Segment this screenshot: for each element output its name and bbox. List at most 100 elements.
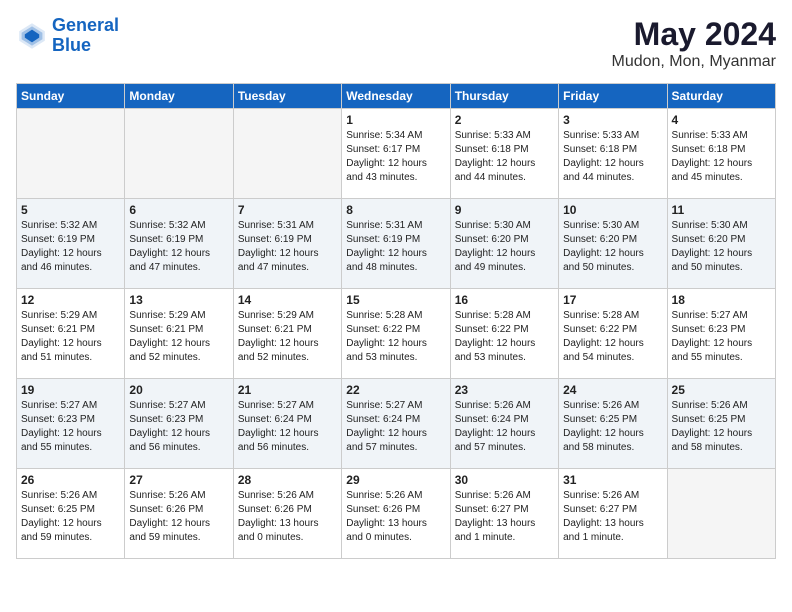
calendar-cell: 20 Sunrise: 5:27 AMSunset: 6:23 PMDaylig… — [125, 379, 233, 469]
day-number: 18 — [672, 293, 771, 307]
calendar-cell: 24 Sunrise: 5:26 AMSunset: 6:25 PMDaylig… — [559, 379, 667, 469]
day-info: Sunrise: 5:26 AMSunset: 6:27 PMDaylight:… — [455, 489, 554, 545]
calendar-cell: 30 Sunrise: 5:26 AMSunset: 6:27 PMDaylig… — [450, 469, 558, 559]
day-info: Sunrise: 5:28 AMSunset: 6:22 PMDaylight:… — [455, 309, 554, 365]
day-info: Sunrise: 5:29 AMSunset: 6:21 PMDaylight:… — [129, 309, 228, 365]
calendar-cell: 16 Sunrise: 5:28 AMSunset: 6:22 PMDaylig… — [450, 289, 558, 379]
logo-text: General Blue — [52, 16, 119, 56]
day-info: Sunrise: 5:30 AMSunset: 6:20 PMDaylight:… — [563, 219, 662, 275]
day-number: 4 — [672, 113, 771, 127]
calendar-cell: 4 Sunrise: 5:33 AMSunset: 6:18 PMDayligh… — [667, 109, 775, 199]
day-number: 1 — [346, 113, 445, 127]
weekday-header: Monday — [125, 84, 233, 109]
day-number: 25 — [672, 383, 771, 397]
calendar-cell: 5 Sunrise: 5:32 AMSunset: 6:19 PMDayligh… — [17, 199, 125, 289]
calendar-cell: 12 Sunrise: 5:29 AMSunset: 6:21 PMDaylig… — [17, 289, 125, 379]
day-number: 16 — [455, 293, 554, 307]
day-number: 7 — [238, 203, 337, 217]
day-info: Sunrise: 5:26 AMSunset: 6:27 PMDaylight:… — [563, 489, 662, 545]
calendar-cell: 14 Sunrise: 5:29 AMSunset: 6:21 PMDaylig… — [233, 289, 341, 379]
calendar-cell — [17, 109, 125, 199]
day-info: Sunrise: 5:29 AMSunset: 6:21 PMDaylight:… — [238, 309, 337, 365]
day-info: Sunrise: 5:30 AMSunset: 6:20 PMDaylight:… — [672, 219, 771, 275]
day-info: Sunrise: 5:26 AMSunset: 6:25 PMDaylight:… — [563, 399, 662, 455]
calendar-cell: 18 Sunrise: 5:27 AMSunset: 6:23 PMDaylig… — [667, 289, 775, 379]
day-info: Sunrise: 5:26 AMSunset: 6:25 PMDaylight:… — [21, 489, 120, 545]
calendar-cell: 10 Sunrise: 5:30 AMSunset: 6:20 PMDaylig… — [559, 199, 667, 289]
day-number: 30 — [455, 473, 554, 487]
day-info: Sunrise: 5:33 AMSunset: 6:18 PMDaylight:… — [563, 129, 662, 185]
day-number: 24 — [563, 383, 662, 397]
logo-icon — [16, 20, 48, 52]
day-info: Sunrise: 5:31 AMSunset: 6:19 PMDaylight:… — [346, 219, 445, 275]
calendar-cell: 19 Sunrise: 5:27 AMSunset: 6:23 PMDaylig… — [17, 379, 125, 469]
day-info: Sunrise: 5:26 AMSunset: 6:24 PMDaylight:… — [455, 399, 554, 455]
day-number: 26 — [21, 473, 120, 487]
calendar-cell: 22 Sunrise: 5:27 AMSunset: 6:24 PMDaylig… — [342, 379, 450, 469]
day-number: 19 — [21, 383, 120, 397]
weekday-header-row: SundayMondayTuesdayWednesdayThursdayFrid… — [17, 84, 776, 109]
title-block: May 2024 Mudon, Mon, Myanmar — [611, 16, 776, 71]
page-header: General Blue May 2024 Mudon, Mon, Myanma… — [16, 16, 776, 71]
day-number: 12 — [21, 293, 120, 307]
calendar-cell: 1 Sunrise: 5:34 AMSunset: 6:17 PMDayligh… — [342, 109, 450, 199]
calendar-cell: 2 Sunrise: 5:33 AMSunset: 6:18 PMDayligh… — [450, 109, 558, 199]
calendar-cell: 3 Sunrise: 5:33 AMSunset: 6:18 PMDayligh… — [559, 109, 667, 199]
month-title: May 2024 — [611, 16, 776, 53]
calendar-cell: 9 Sunrise: 5:30 AMSunset: 6:20 PMDayligh… — [450, 199, 558, 289]
day-info: Sunrise: 5:27 AMSunset: 6:23 PMDaylight:… — [672, 309, 771, 365]
day-number: 3 — [563, 113, 662, 127]
calendar-cell: 11 Sunrise: 5:30 AMSunset: 6:20 PMDaylig… — [667, 199, 775, 289]
weekday-header: Friday — [559, 84, 667, 109]
calendar-cell: 28 Sunrise: 5:26 AMSunset: 6:26 PMDaylig… — [233, 469, 341, 559]
day-info: Sunrise: 5:26 AMSunset: 6:26 PMDaylight:… — [238, 489, 337, 545]
calendar-cell: 23 Sunrise: 5:26 AMSunset: 6:24 PMDaylig… — [450, 379, 558, 469]
calendar-cell — [233, 109, 341, 199]
day-number: 11 — [672, 203, 771, 217]
calendar-cell: 8 Sunrise: 5:31 AMSunset: 6:19 PMDayligh… — [342, 199, 450, 289]
day-number: 13 — [129, 293, 228, 307]
day-number: 8 — [346, 203, 445, 217]
day-info: Sunrise: 5:32 AMSunset: 6:19 PMDaylight:… — [129, 219, 228, 275]
calendar-week-row: 12 Sunrise: 5:29 AMSunset: 6:21 PMDaylig… — [17, 289, 776, 379]
day-info: Sunrise: 5:26 AMSunset: 6:26 PMDaylight:… — [129, 489, 228, 545]
day-info: Sunrise: 5:26 AMSunset: 6:26 PMDaylight:… — [346, 489, 445, 545]
logo: General Blue — [16, 16, 119, 56]
day-number: 2 — [455, 113, 554, 127]
weekday-header: Saturday — [667, 84, 775, 109]
day-number: 21 — [238, 383, 337, 397]
calendar-cell — [125, 109, 233, 199]
location-title: Mudon, Mon, Myanmar — [611, 53, 776, 71]
day-info: Sunrise: 5:26 AMSunset: 6:25 PMDaylight:… — [672, 399, 771, 455]
calendar-week-row: 26 Sunrise: 5:26 AMSunset: 6:25 PMDaylig… — [17, 469, 776, 559]
calendar-cell: 26 Sunrise: 5:26 AMSunset: 6:25 PMDaylig… — [17, 469, 125, 559]
calendar-week-row: 5 Sunrise: 5:32 AMSunset: 6:19 PMDayligh… — [17, 199, 776, 289]
calendar-cell: 31 Sunrise: 5:26 AMSunset: 6:27 PMDaylig… — [559, 469, 667, 559]
day-info: Sunrise: 5:30 AMSunset: 6:20 PMDaylight:… — [455, 219, 554, 275]
day-info: Sunrise: 5:32 AMSunset: 6:19 PMDaylight:… — [21, 219, 120, 275]
day-number: 9 — [455, 203, 554, 217]
weekday-header: Thursday — [450, 84, 558, 109]
day-info: Sunrise: 5:27 AMSunset: 6:24 PMDaylight:… — [238, 399, 337, 455]
day-number: 29 — [346, 473, 445, 487]
day-number: 31 — [563, 473, 662, 487]
calendar-week-row: 19 Sunrise: 5:27 AMSunset: 6:23 PMDaylig… — [17, 379, 776, 469]
day-info: Sunrise: 5:33 AMSunset: 6:18 PMDaylight:… — [672, 129, 771, 185]
day-number: 28 — [238, 473, 337, 487]
day-info: Sunrise: 5:34 AMSunset: 6:17 PMDaylight:… — [346, 129, 445, 185]
day-number: 27 — [129, 473, 228, 487]
day-number: 23 — [455, 383, 554, 397]
calendar-table: SundayMondayTuesdayWednesdayThursdayFrid… — [16, 83, 776, 559]
calendar-cell: 21 Sunrise: 5:27 AMSunset: 6:24 PMDaylig… — [233, 379, 341, 469]
day-info: Sunrise: 5:27 AMSunset: 6:23 PMDaylight:… — [129, 399, 228, 455]
calendar-cell — [667, 469, 775, 559]
day-info: Sunrise: 5:29 AMSunset: 6:21 PMDaylight:… — [21, 309, 120, 365]
day-info: Sunrise: 5:27 AMSunset: 6:24 PMDaylight:… — [346, 399, 445, 455]
weekday-header: Tuesday — [233, 84, 341, 109]
day-number: 10 — [563, 203, 662, 217]
day-info: Sunrise: 5:33 AMSunset: 6:18 PMDaylight:… — [455, 129, 554, 185]
day-number: 6 — [129, 203, 228, 217]
calendar-cell: 27 Sunrise: 5:26 AMSunset: 6:26 PMDaylig… — [125, 469, 233, 559]
day-info: Sunrise: 5:31 AMSunset: 6:19 PMDaylight:… — [238, 219, 337, 275]
calendar-week-row: 1 Sunrise: 5:34 AMSunset: 6:17 PMDayligh… — [17, 109, 776, 199]
